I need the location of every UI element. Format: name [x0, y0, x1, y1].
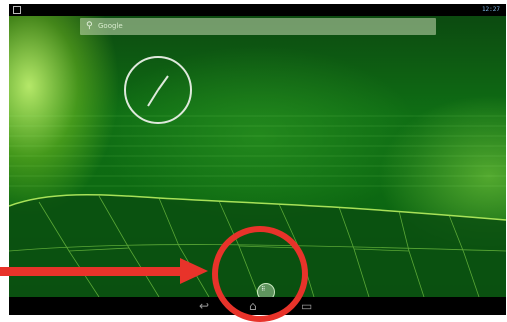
home-icon[interactable]: ⌂ — [249, 298, 257, 314]
clock-minute-hand — [157, 75, 169, 91]
status-time: 12:27 — [481, 6, 500, 13]
tablet-screen: 12:27 ⚲ Google ⠿ ↩ ⌂ ▭ — [9, 4, 506, 315]
notification-icon — [13, 6, 21, 14]
google-search-bar[interactable]: ⚲ Google — [80, 18, 436, 35]
analog-clock-widget[interactable] — [122, 54, 194, 126]
back-icon[interactable]: ↩ — [199, 298, 209, 314]
search-icon: ⚲ — [86, 21, 93, 31]
search-label: Google — [98, 22, 123, 30]
navigation-bar: ↩ ⌂ ▭ — [9, 297, 506, 315]
clock-hour-hand — [147, 89, 159, 107]
home-wallpaper: ⚲ Google ⠿ — [9, 16, 506, 297]
apps-grid-icon: ⠿ — [261, 286, 266, 293]
all-apps-icon[interactable]: ⠿ — [257, 283, 275, 297]
leaf-illustration — [9, 115, 506, 297]
status-bar: 12:27 — [9, 4, 506, 16]
recents-icon[interactable]: ▭ — [301, 298, 312, 314]
